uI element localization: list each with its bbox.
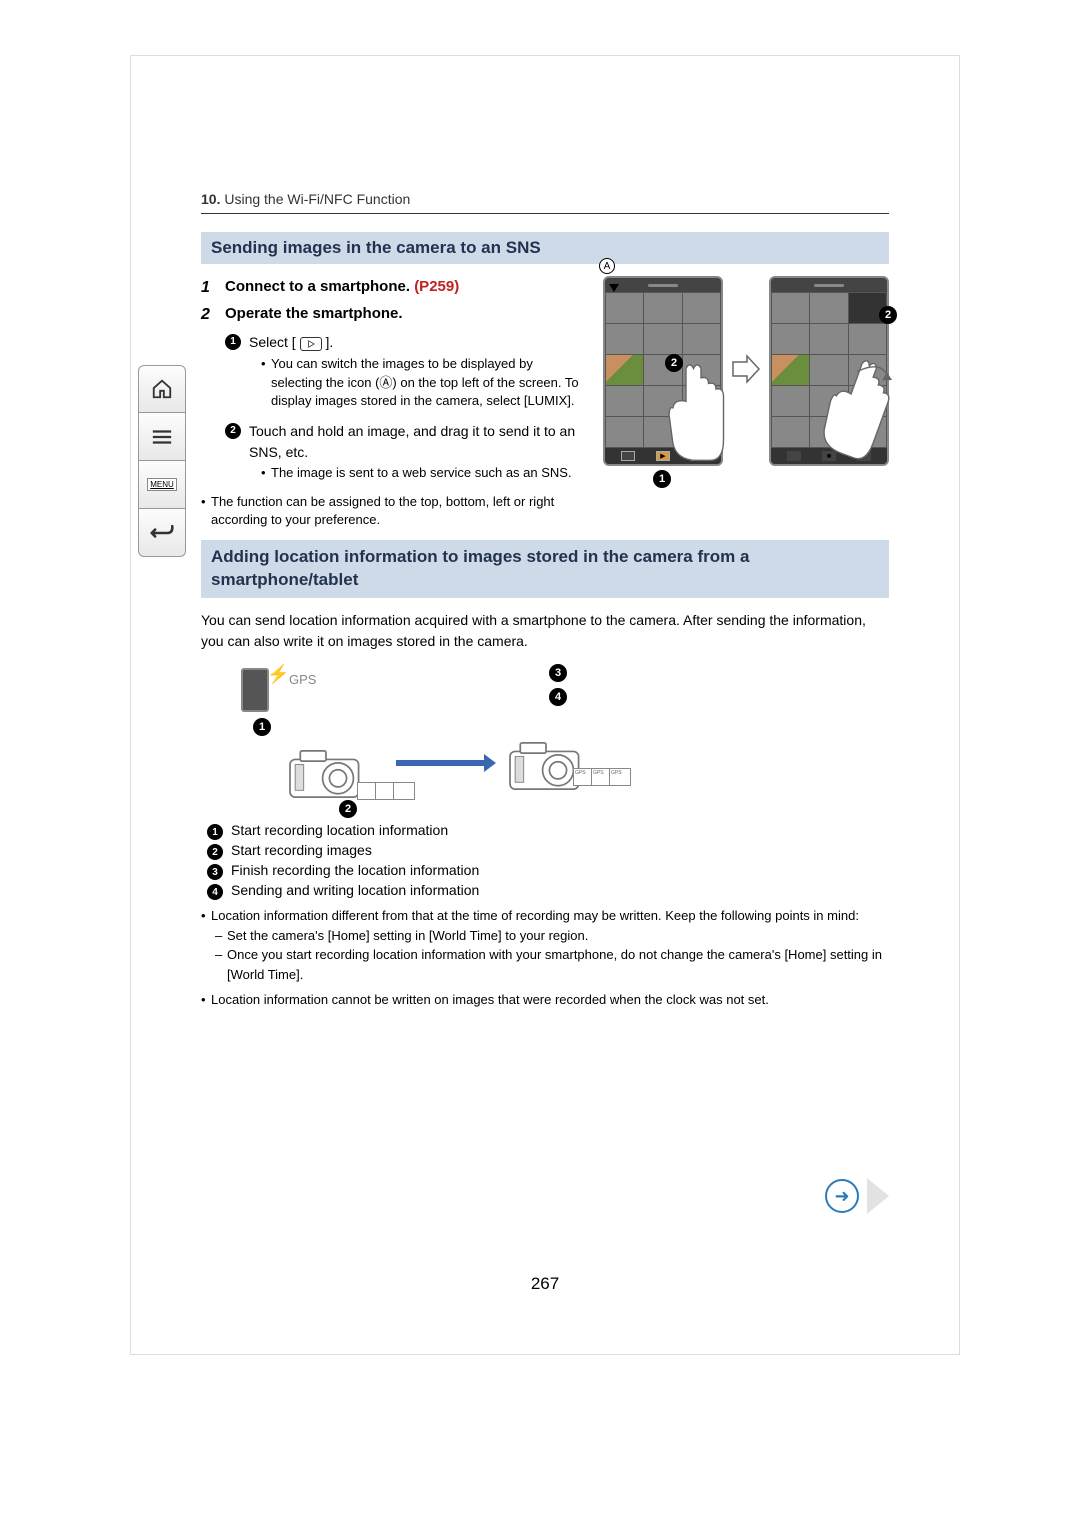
menu-label: MENU — [147, 478, 177, 491]
divider — [201, 213, 889, 214]
sub-step-1: 1 Select [ ]. You can switch the images … — [225, 332, 583, 415]
callout-letter-a: A — [599, 258, 615, 274]
legend-item: 1Start recording location information — [207, 822, 889, 840]
note-sub: Set the camera's [Home] setting in [Worl… — [215, 926, 889, 946]
lightning-icon: ⚡ — [267, 664, 289, 685]
phone-bottom-bar: ▶ — [605, 448, 721, 464]
chapter-title: Using the Wi-Fi/NFC Function — [224, 191, 410, 207]
circled-4-icon: 4 — [207, 884, 223, 900]
next-page-indicator[interactable]: ➜ — [825, 1178, 889, 1214]
menu-button[interactable]: MENU — [138, 461, 186, 509]
step-2: 2 Operate the smartphone. — [201, 303, 583, 326]
callout-1: 1 — [653, 470, 671, 488]
callout-2: 2 — [339, 800, 357, 818]
circled-2-icon: 2 — [225, 423, 241, 439]
note-bullet: Location information cannot be written o… — [201, 990, 889, 1010]
arrow-right-icon — [731, 354, 761, 389]
flow-arrow-icon — [396, 760, 486, 766]
page-inner: 10. Using the Wi-Fi/NFC Function Sending… — [131, 56, 959, 1354]
phone-illustration-group: A ▶ — [603, 276, 889, 466]
pointer-arrow-icon — [609, 284, 619, 292]
section2-intro: You can send location information acquir… — [201, 610, 889, 652]
home-button[interactable] — [138, 365, 186, 413]
page-link-p259[interactable]: (P259) — [414, 278, 459, 295]
back-button[interactable] — [138, 509, 186, 557]
sidebar-nav: MENU — [138, 365, 186, 557]
sub-step-content: Touch and hold an image, and drag it to … — [249, 421, 583, 486]
back-icon — [150, 523, 174, 543]
section1-text: 1 Connect to a smartphone. (P259) 2 Oper… — [201, 276, 583, 530]
legend-item: 2Start recording images — [207, 842, 889, 860]
step-text: Operate the smartphone. — [225, 303, 403, 326]
document-page: 10. Using the Wi-Fi/NFC Function Sending… — [130, 55, 960, 1355]
callout-3: 3 — [549, 664, 567, 682]
steps-list: 1 Connect to a smartphone. (P259) 2 Oper… — [201, 276, 583, 326]
note-sub: Once you start recording location inform… — [215, 945, 889, 984]
playback-icon — [300, 337, 322, 351]
gps-phone-icon — [241, 668, 269, 712]
page-number: 267 — [531, 1274, 559, 1294]
circled-3-icon: 3 — [207, 864, 223, 880]
step-text: Connect to a smartphone. (P259) — [225, 276, 459, 299]
next-arrow-icon: ➜ — [825, 1179, 859, 1213]
chapter-number: 10. — [201, 191, 220, 207]
step-number: 1 — [201, 276, 215, 299]
section-heading-sns: Sending images in the camera to an SNS — [201, 232, 889, 264]
sub-step-2: 2 Touch and hold an image, and drag it t… — [225, 421, 583, 486]
section1-body: 1 Connect to a smartphone. (P259) 2 Oper… — [201, 276, 889, 530]
notes-section: Location information different from that… — [201, 906, 889, 1010]
list-icon — [151, 428, 173, 446]
step-number: 2 — [201, 303, 215, 326]
chapter-header: 10. Using the Wi-Fi/NFC Function — [201, 191, 889, 207]
phone-illustration-left: ▶ — [603, 276, 723, 466]
callout-2: 2 — [665, 354, 683, 372]
circled-1-icon: 1 — [225, 334, 241, 350]
callout-2: 2 — [879, 306, 897, 324]
gps-label: GPS — [289, 672, 316, 687]
sub-step-content: Select [ ]. You can switch the images to… — [249, 332, 583, 415]
circled-1-icon: 1 — [207, 824, 223, 840]
phone-screen — [771, 292, 887, 448]
sub-steps: 1 Select [ ]. You can switch the images … — [225, 332, 583, 486]
home-icon — [151, 378, 173, 400]
section-note: The function can be assigned to the top,… — [201, 493, 583, 531]
sub-note: The image is sent to a web service such … — [261, 464, 583, 483]
circled-2-icon: 2 — [207, 844, 223, 860]
image-frames — [361, 782, 415, 800]
legend-item: 4Sending and writing location informatio… — [207, 882, 889, 900]
note-bullet: Location information different from that… — [201, 906, 889, 926]
callout-4: 4 — [549, 688, 567, 706]
phone-earpiece — [771, 278, 887, 292]
section-heading-gps: Adding location information to images st… — [201, 540, 889, 598]
phone-bottom-bar: ■ — [771, 448, 887, 464]
step-1: 1 Connect to a smartphone. (P259) — [201, 276, 583, 299]
sub-note: You can switch the images to be displaye… — [261, 355, 583, 412]
phone-screen — [605, 292, 721, 448]
phone-earpiece — [605, 278, 721, 292]
legend-item: 3Finish recording the location informati… — [207, 862, 889, 880]
phone-illustration-right: ■ — [769, 276, 889, 466]
triangle-icon — [867, 1178, 889, 1214]
phone-right-wrapper: ■ 2 — [769, 276, 889, 466]
phone-left-wrapper: A ▶ — [603, 276, 723, 466]
callout-1: 1 — [253, 718, 271, 736]
gps-legend: 1Start recording location information 2S… — [207, 822, 889, 900]
gps-diagram: ⚡ GPS 1 3 4 2 — [221, 664, 889, 814]
contents-button[interactable] — [138, 413, 186, 461]
image-frames-gps: GPSGPSGPS — [577, 768, 631, 786]
camera-icon — [501, 736, 591, 796]
